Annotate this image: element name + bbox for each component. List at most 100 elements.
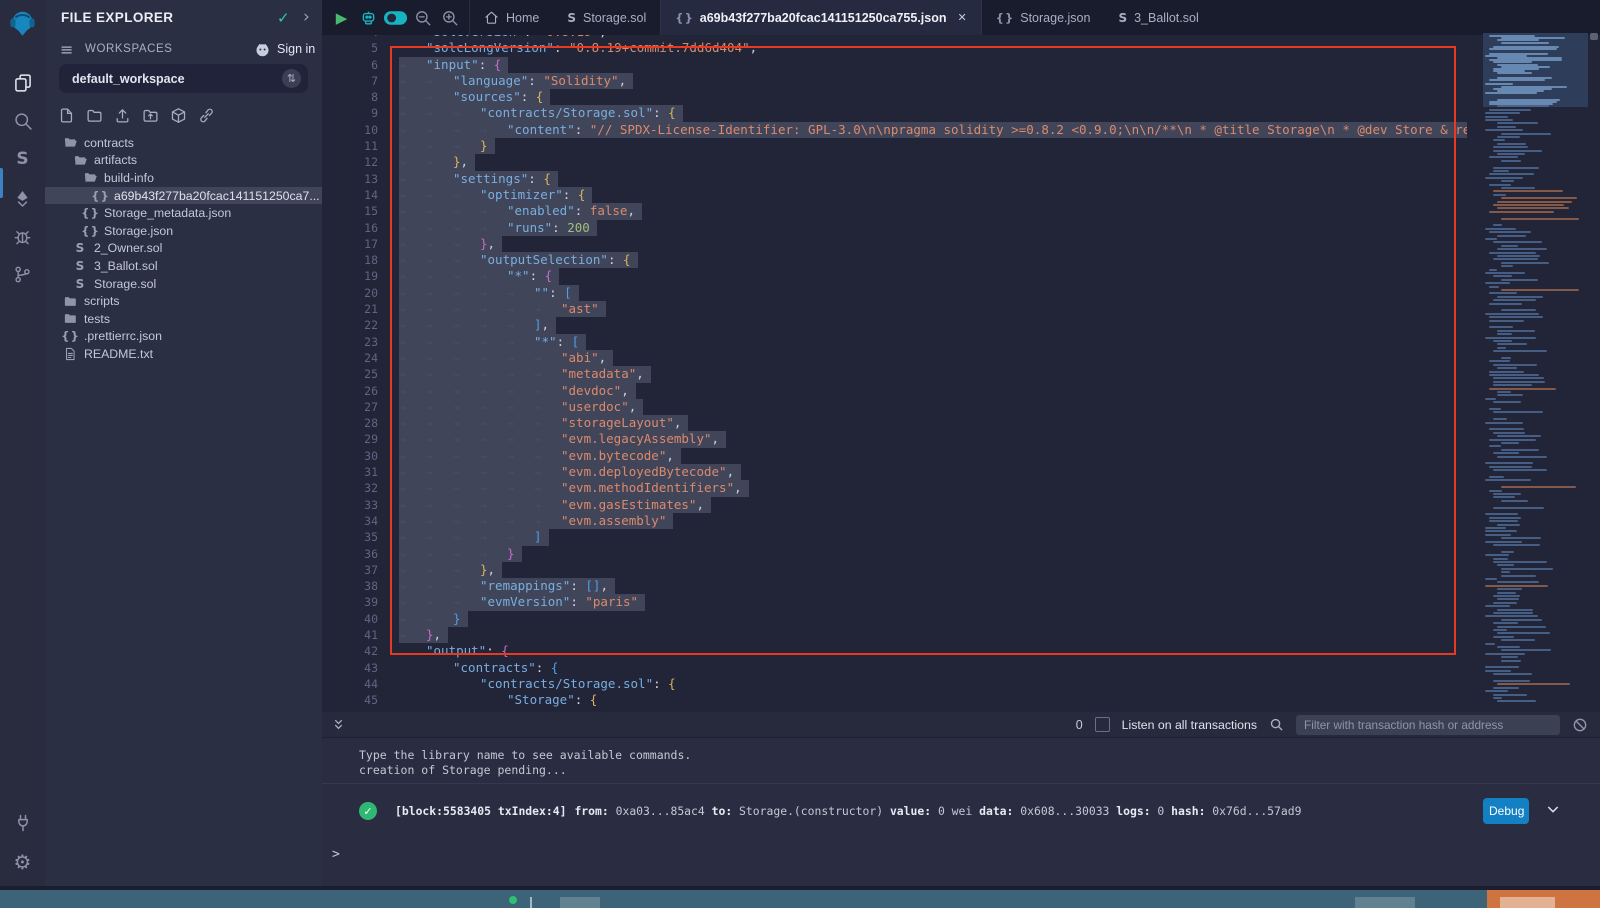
activity-settings-gear[interactable]: ⚙ [0, 845, 45, 879]
tab-label: a69b43f277ba20fcac141151250ca755.json [700, 11, 947, 25]
line-number: 27 [322, 399, 378, 415]
line-number: 5 [322, 40, 378, 56]
transaction-log-row[interactable]: ✓ [block:5583405 txIndex:4]from: 0xa03..… [359, 797, 1569, 825]
debug-button[interactable]: Debug [1483, 798, 1529, 824]
settings-gear-icon: ⚙ [14, 850, 32, 874]
play-icon[interactable]: ▶ [329, 5, 354, 30]
tree-item-3-ballot-sol[interactable]: S 3_Ballot.sol [45, 257, 322, 275]
line-number: 33 [322, 497, 378, 513]
new-folder-icon[interactable] [85, 106, 104, 125]
editor-tabs: HomeSStorage.sol{ }a69b43f277ba20fcac141… [470, 0, 1213, 35]
search-icon[interactable] [1269, 717, 1284, 732]
code-line-row: 45"Storage": { [322, 692, 1467, 708]
tree-item-artifacts[interactable]: artifacts [45, 152, 322, 170]
code-line[interactable]: "contracts/Storage.sol": { [399, 676, 676, 692]
sol-icon: S [72, 277, 88, 291]
activity-remix-logo[interactable] [0, 6, 45, 40]
line-number: 41 [322, 627, 378, 643]
activity-search[interactable] [0, 104, 45, 138]
line-number: 17 [322, 236, 378, 252]
expand-transaction-icon[interactable] [1545, 801, 1561, 817]
tree-item-a69b43f277ba20fcac141151250ca7-[interactable]: { }a69b43f277ba20fcac141151250ca7... [45, 187, 322, 205]
workspace-select-arrows-icon[interactable]: ⇅ [282, 69, 301, 88]
sol-icon: S [1118, 11, 1127, 25]
chevron-right-icon[interactable]: › [303, 7, 310, 27]
line-number: 19 [322, 268, 378, 284]
line-number: 42 [322, 643, 378, 659]
folder-open-icon [62, 135, 78, 150]
listen-all-transactions-checkbox[interactable] [1095, 717, 1110, 732]
tree-item-storage-metadata-json[interactable]: { }Storage_metadata.json [45, 204, 322, 222]
tree-item-storage-sol[interactable]: S Storage.sol [45, 275, 322, 293]
terminal-prompt[interactable]: > [332, 847, 340, 862]
tree-item-label: tests [84, 312, 110, 326]
workspace-name: default_workspace [72, 72, 185, 86]
workspace-select[interactable]: default_workspace ⇅ [59, 64, 308, 93]
activity-git[interactable] [0, 257, 45, 291]
zoom-in-icon[interactable] [437, 5, 462, 30]
tree-item-build-info[interactable]: build-info [45, 169, 322, 187]
tree-item-label: Storage.sol [94, 277, 156, 291]
json-icon: { } [82, 224, 98, 238]
tab-home[interactable]: Home [470, 0, 553, 35]
tree-item-label: 3_Ballot.sol [94, 259, 158, 273]
tab-storage-json[interactable]: { }Storage.json [982, 0, 1105, 35]
sign-in-button[interactable]: Sign in [277, 42, 315, 56]
minimap[interactable] [1483, 33, 1588, 709]
line-number: 20 [322, 285, 378, 301]
transaction-filter-input[interactable] [1296, 715, 1560, 735]
toggle-icon[interactable] [383, 5, 408, 30]
code-line[interactable]: "contracts": { [399, 660, 558, 676]
tree-item-tests[interactable]: tests [45, 310, 322, 328]
home-icon [484, 10, 499, 25]
terminal-message: creation of Storage pending... [359, 763, 567, 777]
hamburger-menu-icon[interactable]: ≡ [60, 40, 73, 59]
activity-debugger[interactable] [0, 219, 45, 253]
upload-folder-icon[interactable] [141, 106, 160, 125]
tree-item-storage-json[interactable]: { }Storage.json [45, 222, 322, 240]
clear-console-icon[interactable] [1572, 717, 1588, 733]
tab-label: Storage.json [1020, 11, 1090, 25]
zoom-out-icon[interactable] [410, 5, 435, 30]
tree-item-readme-txt[interactable]: README.txt [45, 345, 322, 363]
robot-icon[interactable] [356, 5, 381, 30]
terminal: 0 Listen on all transactions Type the li… [322, 712, 1600, 886]
activity-deploy-run[interactable] [0, 181, 45, 215]
upload-file-icon[interactable] [113, 106, 132, 125]
sol-icon: S [72, 259, 88, 273]
link-icon[interactable] [197, 106, 216, 125]
line-number: 11 [322, 138, 378, 154]
line-number: 8 [322, 89, 378, 105]
terminal-message: Type the library name to see available c… [359, 748, 691, 762]
plugin-plug-icon [13, 813, 33, 833]
line-number: 13 [322, 171, 378, 187]
line-number: 38 [322, 578, 378, 594]
line-number: 16 [322, 220, 378, 236]
collapse-terminal-icon[interactable] [332, 718, 345, 731]
activity-plugin-plug[interactable] [0, 806, 45, 840]
tree-item--prettierrc-json[interactable]: { } .prettierrc.json [45, 328, 322, 346]
json-icon: { } [62, 329, 78, 343]
tab-a69b43f277ba20fcac141151250ca755-json[interactable]: { }a69b43f277ba20fcac141151250ca755.json… [660, 0, 981, 35]
github-icon[interactable] [254, 41, 271, 58]
tree-item-contracts[interactable]: contracts [45, 134, 322, 152]
tab-storage-sol[interactable]: SStorage.sol [553, 0, 660, 35]
line-number: 6 [322, 57, 378, 73]
tree-item-scripts[interactable]: scripts [45, 292, 322, 310]
activity-solidity-compiler[interactable]: S [0, 142, 45, 176]
cube-icon[interactable] [169, 106, 188, 125]
close-icon[interactable]: ✕ [958, 11, 967, 24]
tree-item-label: contracts [84, 136, 134, 150]
new-file-icon[interactable] [57, 106, 76, 125]
tx-field-value: 0x608...30033 [1013, 804, 1116, 818]
tab-3-ballot-sol[interactable]: S3_Ballot.sol [1104, 0, 1212, 35]
activity-file-explorer[interactable] [0, 66, 45, 100]
editor-scrollbar-thumb[interactable] [1590, 33, 1598, 40]
tree-item-label: .prettierrc.json [84, 329, 162, 343]
workspaces-label: WORKSPACES [85, 43, 173, 55]
tree-item-2-owner-sol[interactable]: S2_Owner.sol [45, 240, 322, 258]
tx-field-label: to: [712, 804, 733, 818]
line-number: 31 [322, 464, 378, 480]
file-explorer-icon [13, 73, 33, 93]
code-line[interactable]: "Storage": { [399, 692, 597, 708]
